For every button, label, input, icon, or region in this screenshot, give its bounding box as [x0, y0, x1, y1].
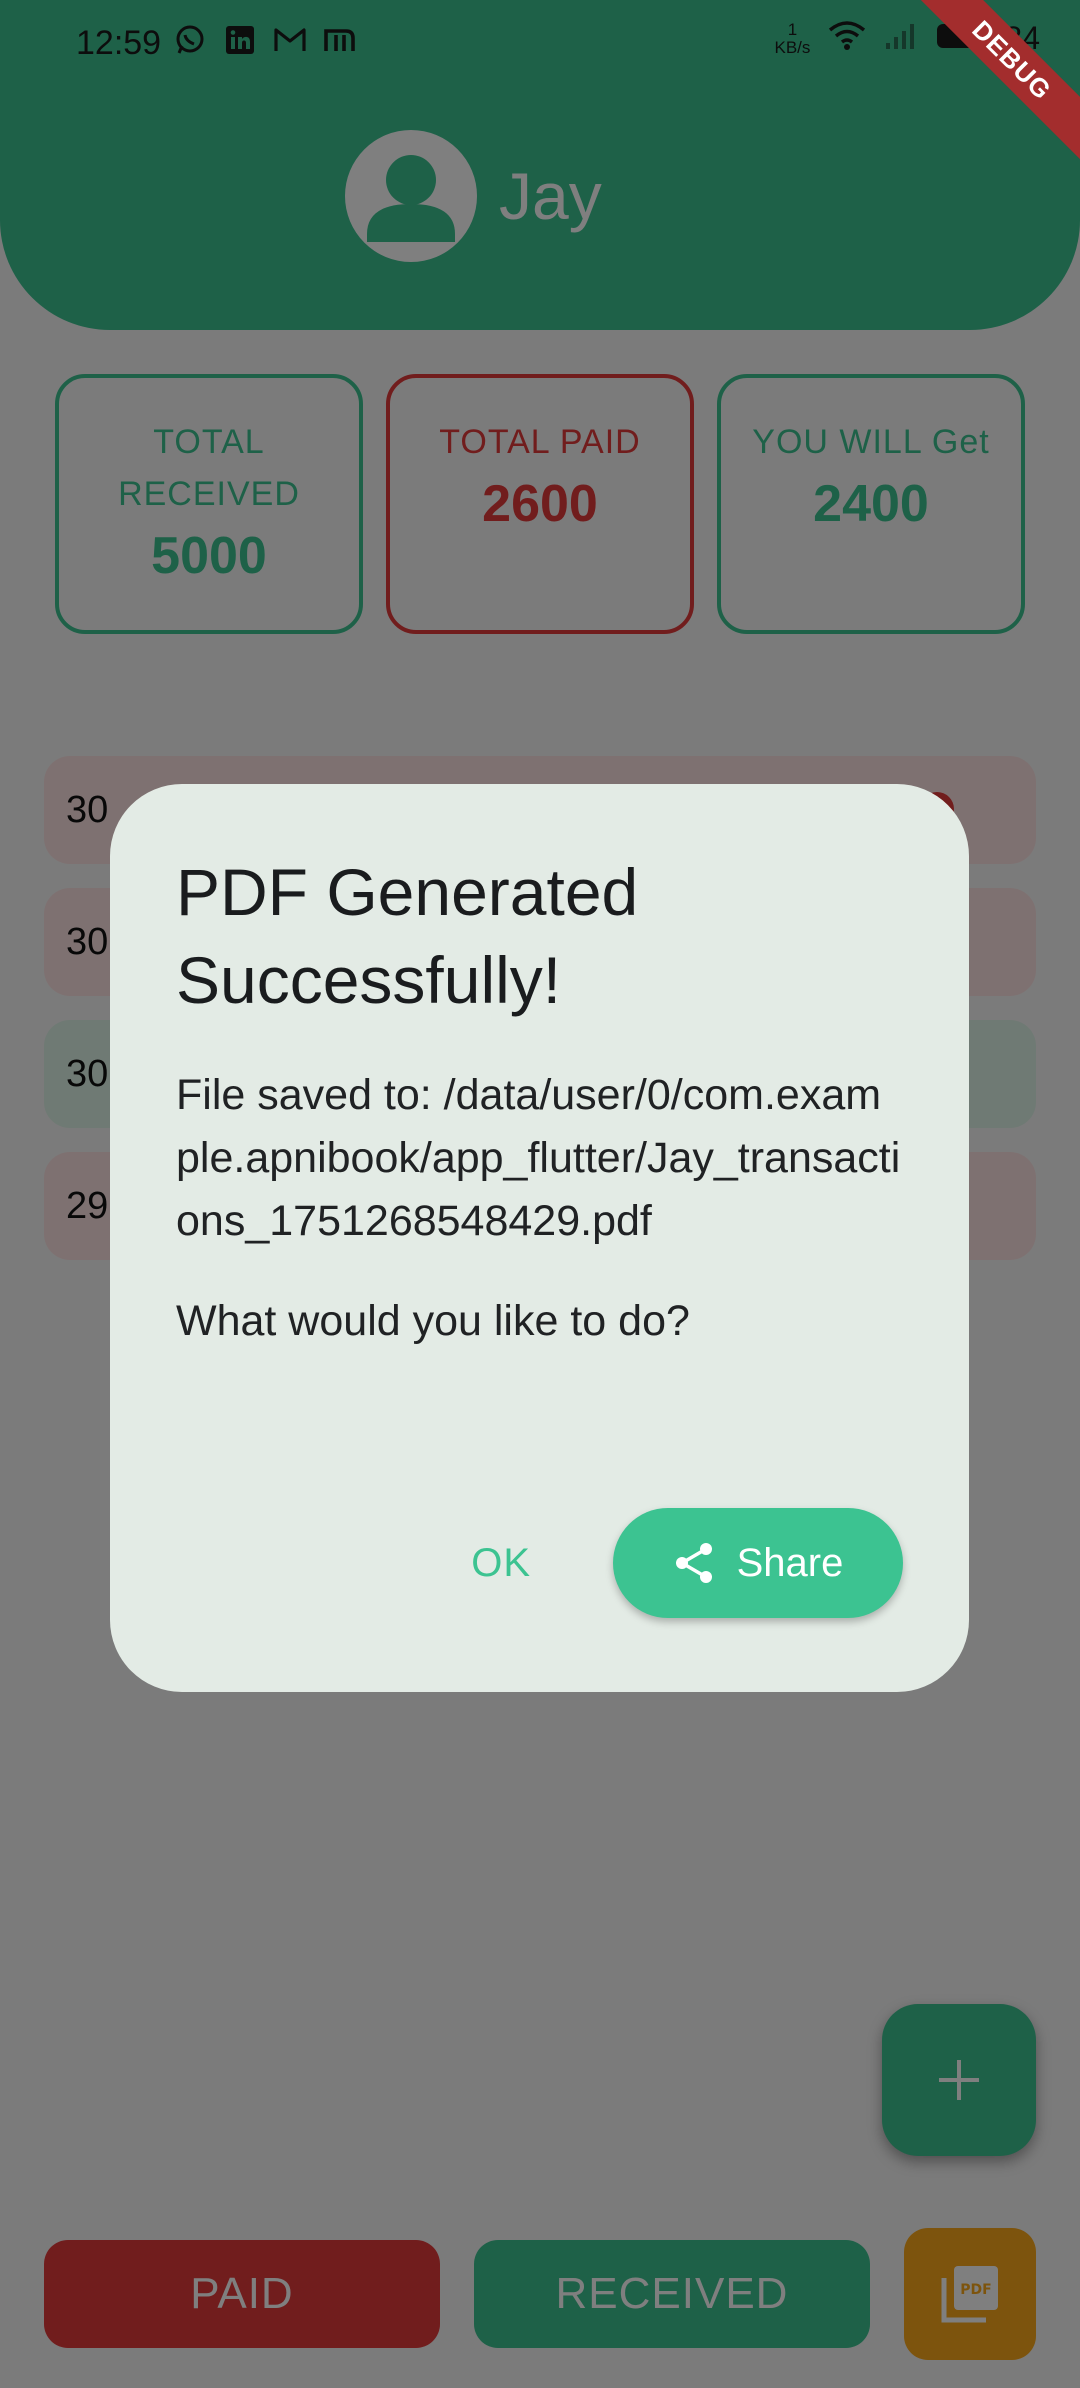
- share-button-label: Share: [736, 1540, 844, 1585]
- share-button[interactable]: Share: [613, 1508, 903, 1618]
- dialog-message: File saved to: /data/user/0/com.example.…: [176, 1071, 901, 1245]
- share-icon: [673, 1541, 715, 1585]
- dialog-question: What would you like to do?: [176, 1297, 690, 1345]
- dialog-title: PDF Generated Successfully!: [176, 855, 639, 1017]
- pdf-success-dialog: PDF Generated Successfully! File saved t…: [110, 784, 969, 1692]
- ok-button[interactable]: OK: [471, 1541, 531, 1586]
- dialog-actions: OK Share: [471, 1508, 903, 1618]
